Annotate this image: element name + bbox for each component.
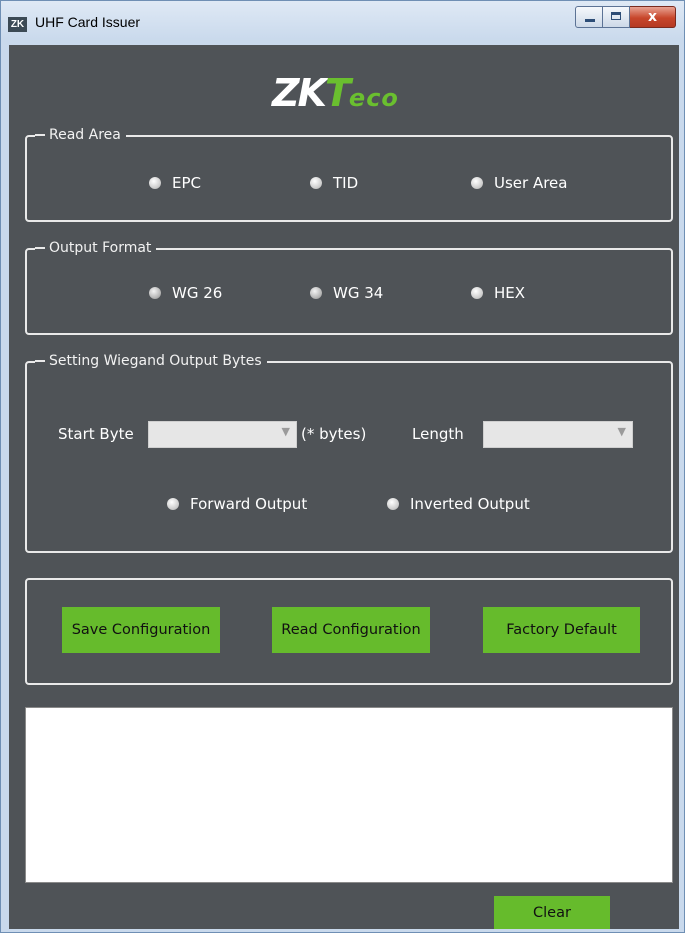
radio-dot <box>149 177 161 189</box>
start-byte-label: Start Byte <box>58 425 134 443</box>
logo-eco: eco <box>348 84 399 112</box>
logo-zk: ZK <box>272 71 327 115</box>
radio-hex[interactable]: HEX <box>471 284 525 302</box>
radio-dot <box>471 177 483 189</box>
logo-t: T <box>325 71 351 115</box>
log-output-area[interactable] <box>25 707 673 883</box>
radio-label: Inverted Output <box>410 495 530 513</box>
length-select[interactable]: ▼ <box>483 421 633 448</box>
read-area-group: Read Area EPC TID User Area <box>25 126 673 222</box>
output-format-legend: Output Format <box>35 239 157 257</box>
chevron-down-icon: ▼ <box>617 425 626 438</box>
actions-group: Save Configuration Read Configuration Fa… <box>25 578 673 685</box>
output-format-group: Output Format WG 26 WG 34 HEX <box>25 239 673 335</box>
radio-dot <box>471 287 483 299</box>
radio-dot <box>387 498 399 510</box>
wiegand-group: Setting Wiegand Output Bytes Start Byte … <box>25 352 673 553</box>
save-configuration-button[interactable]: Save Configuration <box>62 607 220 653</box>
read-area-legend: Read Area <box>35 126 126 144</box>
minimize-icon <box>585 19 595 22</box>
title-bar[interactable]: ZK UHF Card Issuer x <box>1 1 685 45</box>
radio-label: Forward Output <box>190 495 308 513</box>
radio-label: WG 26 <box>172 284 223 302</box>
radio-label: WG 34 <box>333 284 384 302</box>
close-icon: x <box>647 9 658 25</box>
bytes-hint: (* bytes) <box>301 425 367 443</box>
main-panel: ZKTeco Read Area EPC TID User Area Outpu… <box>9 45 679 929</box>
start-byte-select[interactable]: ▼ <box>148 421 297 448</box>
radio-user-area[interactable]: User Area <box>471 174 567 192</box>
zkteco-logo: ZKTeco <box>272 71 399 115</box>
window-title: UHF Card Issuer <box>35 14 141 30</box>
radio-dot <box>149 287 161 299</box>
close-button[interactable]: x <box>630 6 676 28</box>
radio-dot <box>310 177 322 189</box>
radio-label: TID <box>333 174 359 192</box>
radio-forward-output[interactable]: Forward Output <box>167 495 307 513</box>
wiegand-legend: Setting Wiegand Output Bytes <box>35 352 267 370</box>
radio-dot <box>310 287 322 299</box>
clear-button[interactable]: Clear <box>494 896 610 929</box>
app-logo-icon: ZK <box>8 17 27 32</box>
radio-wg26[interactable]: WG 26 <box>149 284 222 302</box>
read-configuration-button[interactable]: Read Configuration <box>272 607 430 653</box>
length-label: Length <box>412 425 464 443</box>
minimize-button[interactable] <box>575 6 603 28</box>
factory-default-button[interactable]: Factory Default <box>483 607 640 653</box>
radio-epc[interactable]: EPC <box>149 174 201 192</box>
chevron-down-icon: ▼ <box>281 425 290 438</box>
radio-wg34[interactable]: WG 34 <box>310 284 383 302</box>
radio-label: EPC <box>172 174 201 192</box>
app-window: ZK UHF Card Issuer x ZKTeco Read Area EP… <box>0 0 685 933</box>
maximize-button[interactable] <box>603 6 630 28</box>
window-controls: x <box>575 6 676 28</box>
maximize-icon <box>611 12 621 20</box>
radio-label: User Area <box>494 174 568 192</box>
radio-dot <box>167 498 179 510</box>
radio-tid[interactable]: TID <box>310 174 358 192</box>
radio-inverted-output[interactable]: Inverted Output <box>387 495 530 513</box>
radio-label: HEX <box>494 284 526 302</box>
